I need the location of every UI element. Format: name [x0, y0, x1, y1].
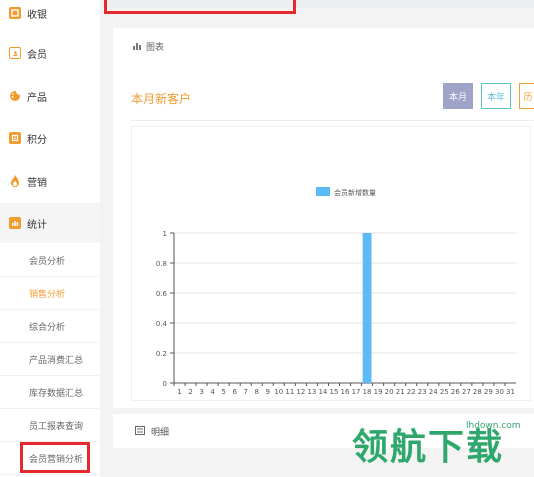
detail-label: 明细 — [151, 428, 170, 438]
flame-icon — [9, 174, 21, 187]
x-tick-label: 25 — [440, 388, 449, 396]
sidebar-subitem-overall-analysis[interactable]: 综合分析 — [0, 310, 100, 343]
sidebar-item-product[interactable]: 产品 — [0, 76, 100, 116]
palette-icon — [9, 90, 21, 102]
sidebar-item-marketing[interactable]: 营销 — [0, 161, 100, 201]
stats-icon — [9, 217, 21, 229]
x-tick-label: 5 — [221, 388, 225, 396]
y-tick-label: 0.8 — [156, 260, 167, 268]
x-tick-label: 15 — [330, 388, 339, 396]
x-tick-label: 14 — [318, 388, 327, 396]
x-tick-label: 26 — [451, 388, 460, 396]
sidebar-subitem-label: 会员分析 — [29, 256, 66, 267]
y-tick-label: 0.6 — [156, 290, 168, 298]
sidebar-subitem-label: 销售分析 — [29, 289, 66, 300]
x-tick-label: 29 — [484, 388, 493, 396]
legend-swatch — [316, 187, 330, 196]
sidebar-item-label: 会员 — [27, 49, 47, 61]
points-icon — [9, 132, 21, 144]
sidebar-item-label: 收银 — [27, 9, 47, 21]
cashier-icon — [9, 7, 21, 19]
sidebar-subitem-staff-report[interactable]: 员工报表查询 — [0, 409, 100, 442]
sidebar-item-label: 产品 — [27, 92, 47, 104]
x-tick-label: 1 — [177, 388, 181, 396]
x-tick-label: 28 — [473, 388, 482, 396]
y-tick-label: 0.2 — [156, 350, 167, 358]
x-tick-label: 22 — [407, 388, 416, 396]
sidebar-subitem-label: 综合分析 — [29, 322, 66, 333]
member-card-icon — [9, 47, 21, 59]
x-tick-label: 18 — [363, 388, 372, 396]
y-tick-label: 0.4 — [156, 320, 168, 328]
x-tick-label: 7 — [243, 388, 247, 396]
sidebar-subitem-member-analysis[interactable]: 会员分析 — [0, 244, 100, 277]
x-tick-label: 6 — [232, 388, 237, 396]
tab-this-month[interactable]: 本月 — [443, 83, 473, 109]
sidebar-item-label: 积分 — [27, 134, 47, 146]
chart-svg: 会员新增数量00.20.40.60.811 2 3 4 5 6 7 8 9 10 11 12 13 14 1… — [156, 187, 516, 396]
panel-header: 图表 — [133, 40, 164, 53]
x-tick-label: 10 — [274, 388, 283, 396]
sidebar-subitem-label: 产品消费汇总 — [29, 355, 84, 366]
x-tick-label: 16 — [341, 388, 350, 396]
sidebar-item-cashier[interactable]: 收银 — [0, 0, 100, 33]
x-tick-label: 20 — [385, 388, 394, 396]
sidebar-subitem-inventory-summary[interactable]: 库存数据汇总 — [0, 376, 100, 409]
sidebar-subitem-label: 员工报表查询 — [29, 421, 84, 432]
chart-area: 会员新增数量 0 0.2 0.4 0.6 0.8 1 1 2 3 4 5 6 7 8 9 10 11 12 13 14 1… — [131, 126, 531, 401]
sidebar-item-points[interactable]: 积分 — [0, 118, 100, 158]
x-tick-label: 12 — [296, 388, 305, 396]
x-tick-label: 3 — [199, 388, 203, 396]
chart-panel: 图表 本月新客户 本月 本年 历 会员新增数量 0 0.2 0.4 0.6 0.8 1 1 2 3… — [113, 28, 534, 408]
bar-chart-icon — [133, 42, 142, 53]
x-tick-label: 13 — [307, 388, 316, 396]
sidebar-item-stats[interactable]: 统计 — [0, 203, 100, 243]
tab-this-year[interactable]: 本年 — [481, 83, 511, 109]
x-tick-label: 23 — [418, 388, 427, 396]
sidebar-item-label: 营销 — [27, 177, 47, 189]
sidebar: 收银 会员 产品 积分 营销 统计 会员分析 销售分析 综合分析 产品消费汇总 … — [0, 0, 100, 477]
divider — [131, 120, 534, 121]
x-tick-label: 19 — [374, 388, 383, 396]
sidebar-subitem-label: 库存数据汇总 — [29, 388, 84, 399]
tab-history[interactable]: 历 — [519, 83, 534, 109]
x-tick-label: 4 — [210, 388, 215, 396]
highlight-box-top — [104, 0, 296, 14]
x-tick-label: 21 — [396, 388, 405, 396]
x-tick-label: 24 — [429, 388, 438, 396]
x-tick-label: 27 — [462, 388, 471, 396]
x-tick-label: 30 — [495, 388, 504, 396]
legend-label: 会员新增数量 — [334, 188, 376, 197]
chart-title: 本月新客户 — [131, 92, 192, 106]
x-tick-label: 8 — [255, 388, 259, 396]
x-tick-label: 17 — [352, 388, 361, 396]
x-tick-label: 31 — [506, 388, 515, 396]
panel-header-label: 图表 — [146, 43, 165, 53]
x-tick-label: 11 — [285, 388, 294, 396]
sidebar-item-member[interactable]: 会员 — [0, 33, 100, 73]
highlight-box — [20, 442, 90, 473]
sidebar-subitem-product-summary[interactable]: 产品消费汇总 — [0, 343, 100, 376]
y-tick-label: 1 — [163, 230, 167, 238]
sidebar-subitem-sales-analysis[interactable]: 销售分析 — [0, 277, 100, 310]
watermark-url: lhdown.com — [466, 421, 521, 431]
x-tick-label: 9 — [266, 388, 270, 396]
bar — [362, 233, 372, 383]
list-icon — [135, 426, 145, 435]
sidebar-item-label: 统计 — [27, 219, 47, 231]
y-tick-label: 0 — [163, 380, 167, 388]
x-tick-label: 2 — [188, 388, 192, 396]
